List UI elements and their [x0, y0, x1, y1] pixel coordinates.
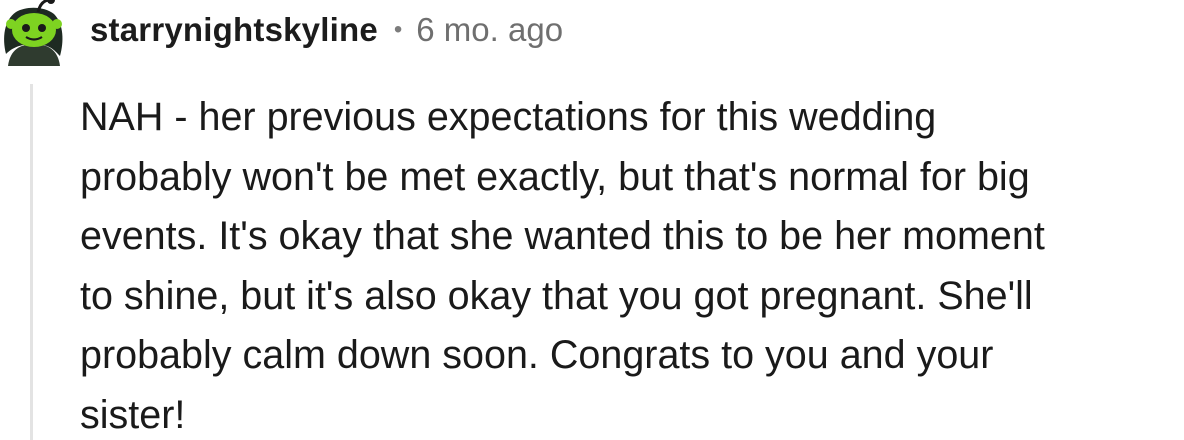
- comment-line: sister!: [80, 392, 186, 437]
- comment: starrynightskyline • 6 mo. ago NAH - her…: [0, 0, 1184, 440]
- comment-body: NAH - her previous expectations for this…: [80, 88, 1170, 440]
- comment-line: NAH - her previous expectations for this…: [80, 95, 937, 139]
- comment-line: probably calm down soon. Congrats to you…: [80, 333, 994, 378]
- separator-dot: •: [393, 16, 403, 43]
- thread-line[interactable]: [30, 84, 33, 440]
- timestamp[interactable]: 6 mo. ago: [416, 11, 563, 49]
- comment-line: events. It's okay that she wanted this t…: [80, 214, 1045, 259]
- comment-line: probably won't be met exactly, but that'…: [80, 154, 1030, 199]
- comment-header: starrynightskyline • 6 mo. ago: [90, 10, 563, 50]
- username-link[interactable]: starrynightskyline: [90, 11, 378, 49]
- comment-line: to shine, but it's also okay that you go…: [80, 273, 1033, 318]
- user-avatar-icon[interactable]: [0, 0, 70, 66]
